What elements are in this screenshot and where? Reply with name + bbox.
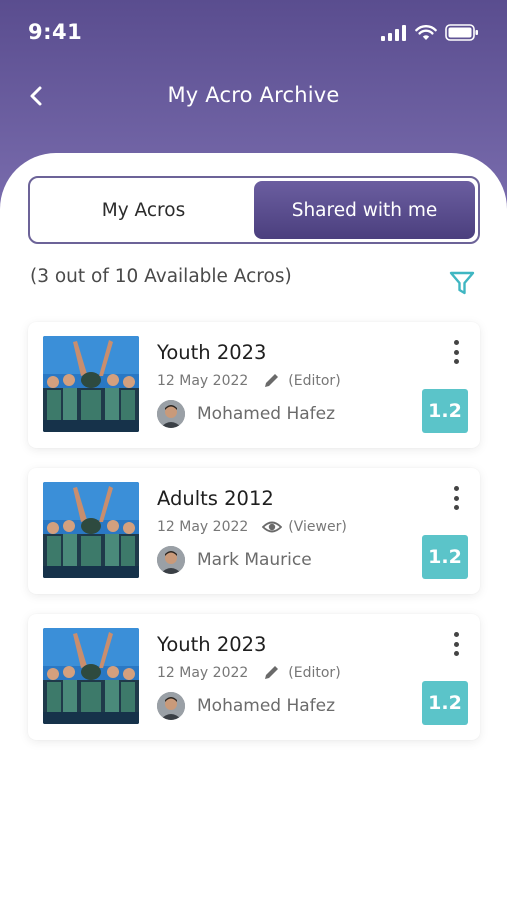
available-count-text: (3 out of 10 Available Acros) xyxy=(30,266,292,287)
acro-title: Youth 2023 xyxy=(157,633,267,656)
acro-meta: 12 May 2022 (Editor) xyxy=(157,664,341,682)
status-icons xyxy=(381,24,479,41)
acro-photo xyxy=(43,336,139,432)
owner-name: Mark Maurice xyxy=(197,550,312,570)
more-options-button[interactable] xyxy=(446,630,466,658)
more-options-button[interactable] xyxy=(446,484,466,512)
acro-role: (Viewer) xyxy=(288,519,347,535)
acro-thumbnail xyxy=(43,482,139,578)
navigation-bar: My Acro Archive xyxy=(0,70,507,122)
tab-shared-with-me[interactable]: Shared with me xyxy=(254,181,475,239)
owner-name: Mohamed Hafez xyxy=(197,404,336,424)
acro-role: (Editor) xyxy=(288,373,341,389)
avatar xyxy=(157,546,185,574)
page-title: My Acro Archive xyxy=(167,83,340,107)
battery-icon xyxy=(445,24,478,41)
acro-card[interactable]: Youth 2023 12 May 2022 (Editor) Mohamed … xyxy=(28,614,480,740)
pencil-icon xyxy=(265,374,279,387)
cellular-signal-icon xyxy=(381,24,406,41)
acro-owner: Mark Maurice xyxy=(157,546,312,574)
acro-date: 12 May 2022 xyxy=(157,519,249,535)
acro-owner: Mohamed Hafez xyxy=(157,400,335,428)
avatar xyxy=(157,400,185,428)
tab-my-acros[interactable]: My Acros xyxy=(33,181,254,239)
acro-thumbnail xyxy=(43,628,139,724)
acro-photo xyxy=(43,482,139,578)
more-options-button[interactable] xyxy=(446,338,466,366)
acro-title: Adults 2012 xyxy=(157,487,274,510)
avatar xyxy=(157,692,185,720)
acro-meta: 12 May 2022 (Viewer) xyxy=(157,518,347,536)
acro-title: Youth 2023 xyxy=(157,341,267,364)
filter-button[interactable] xyxy=(447,268,477,298)
acro-owner: Mohamed Hafez xyxy=(157,692,335,720)
status-time: 9:41 xyxy=(28,20,83,44)
segmented-control: My Acros Shared with me xyxy=(28,176,480,244)
wifi-icon xyxy=(415,24,437,40)
version-badge: 1.2 xyxy=(422,389,468,433)
acro-role: (Editor) xyxy=(288,665,341,681)
acro-date: 12 May 2022 xyxy=(157,665,249,681)
acro-thumbnail xyxy=(43,336,139,432)
acro-card[interactable]: Youth 2023 12 May 2022 (Editor) Mohamed … xyxy=(28,322,480,448)
owner-name: Mohamed Hafez xyxy=(197,696,336,716)
status-bar: 9:41 xyxy=(0,0,507,64)
acro-date: 12 May 2022 xyxy=(157,373,249,389)
version-badge: 1.2 xyxy=(422,535,468,579)
acro-meta: 12 May 2022 (Editor) xyxy=(157,372,341,390)
filter-icon xyxy=(449,271,475,295)
eye-icon xyxy=(262,521,283,533)
pencil-icon xyxy=(265,666,279,679)
acro-card[interactable]: Adults 2012 12 May 2022 (Viewer) Mark Ma… xyxy=(28,468,480,594)
version-badge: 1.2 xyxy=(422,681,468,725)
acro-photo xyxy=(43,628,139,724)
